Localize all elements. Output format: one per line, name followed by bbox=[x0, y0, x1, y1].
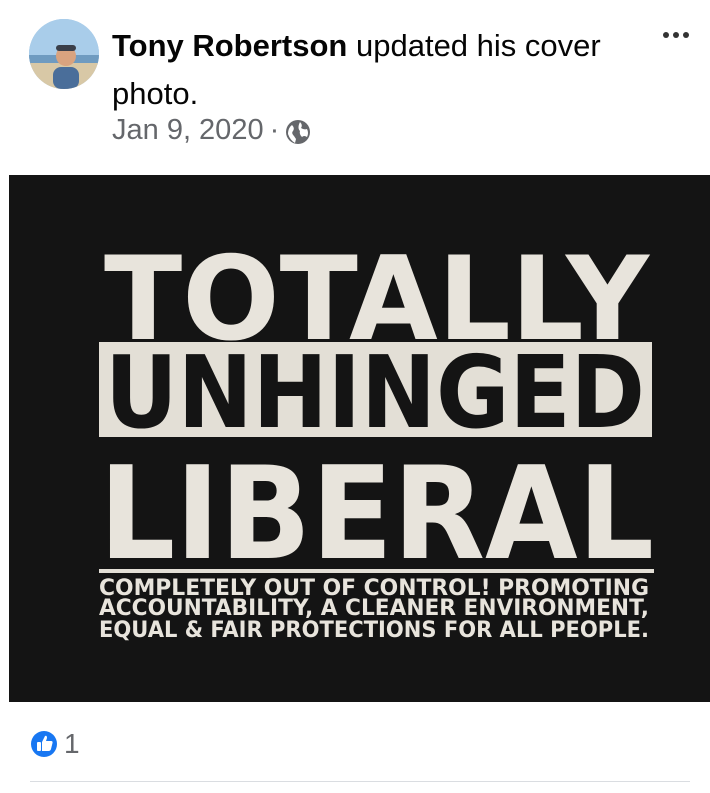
globe-icon[interactable] bbox=[285, 119, 311, 145]
post-meta: Jan 9, 2020 · bbox=[112, 114, 311, 147]
more-dot bbox=[683, 32, 689, 38]
shirt-line-liberal: LIBERAL bbox=[99, 440, 654, 589]
divider bbox=[30, 781, 690, 782]
cover-photo[interactable]: TOTALLY UNHINGED LIBERAL COMPLETELY OUT … bbox=[9, 175, 710, 702]
shirt-line-unhinged: UNHINGED bbox=[105, 334, 645, 451]
more-options-button[interactable] bbox=[656, 20, 696, 50]
liberal-underline bbox=[99, 569, 654, 573]
more-options-icon bbox=[663, 32, 669, 38]
post-header: Tony Robertson updated his cover photo. bbox=[112, 22, 652, 118]
post-date[interactable]: Jan 9, 2020 bbox=[112, 114, 264, 147]
avatar[interactable] bbox=[29, 19, 99, 89]
left-edge bbox=[0, 0, 9, 793]
like-count[interactable]: 1 bbox=[64, 728, 80, 760]
meta-separator: · bbox=[269, 114, 280, 146]
author-name[interactable]: Tony Robertson bbox=[112, 28, 347, 63]
shirt-graphic: TOTALLY UNHINGED LIBERAL COMPLETELY OUT … bbox=[9, 175, 710, 702]
shirt-caption-3: EQUAL & FAIR PROTECTIONS FOR ALL PEOPLE. bbox=[99, 618, 649, 643]
post-card: Tony Robertson updated his cover photo. … bbox=[0, 0, 710, 793]
reactions-summary[interactable]: 1 bbox=[30, 728, 80, 760]
more-dot bbox=[673, 32, 679, 38]
like-icon bbox=[31, 731, 57, 757]
